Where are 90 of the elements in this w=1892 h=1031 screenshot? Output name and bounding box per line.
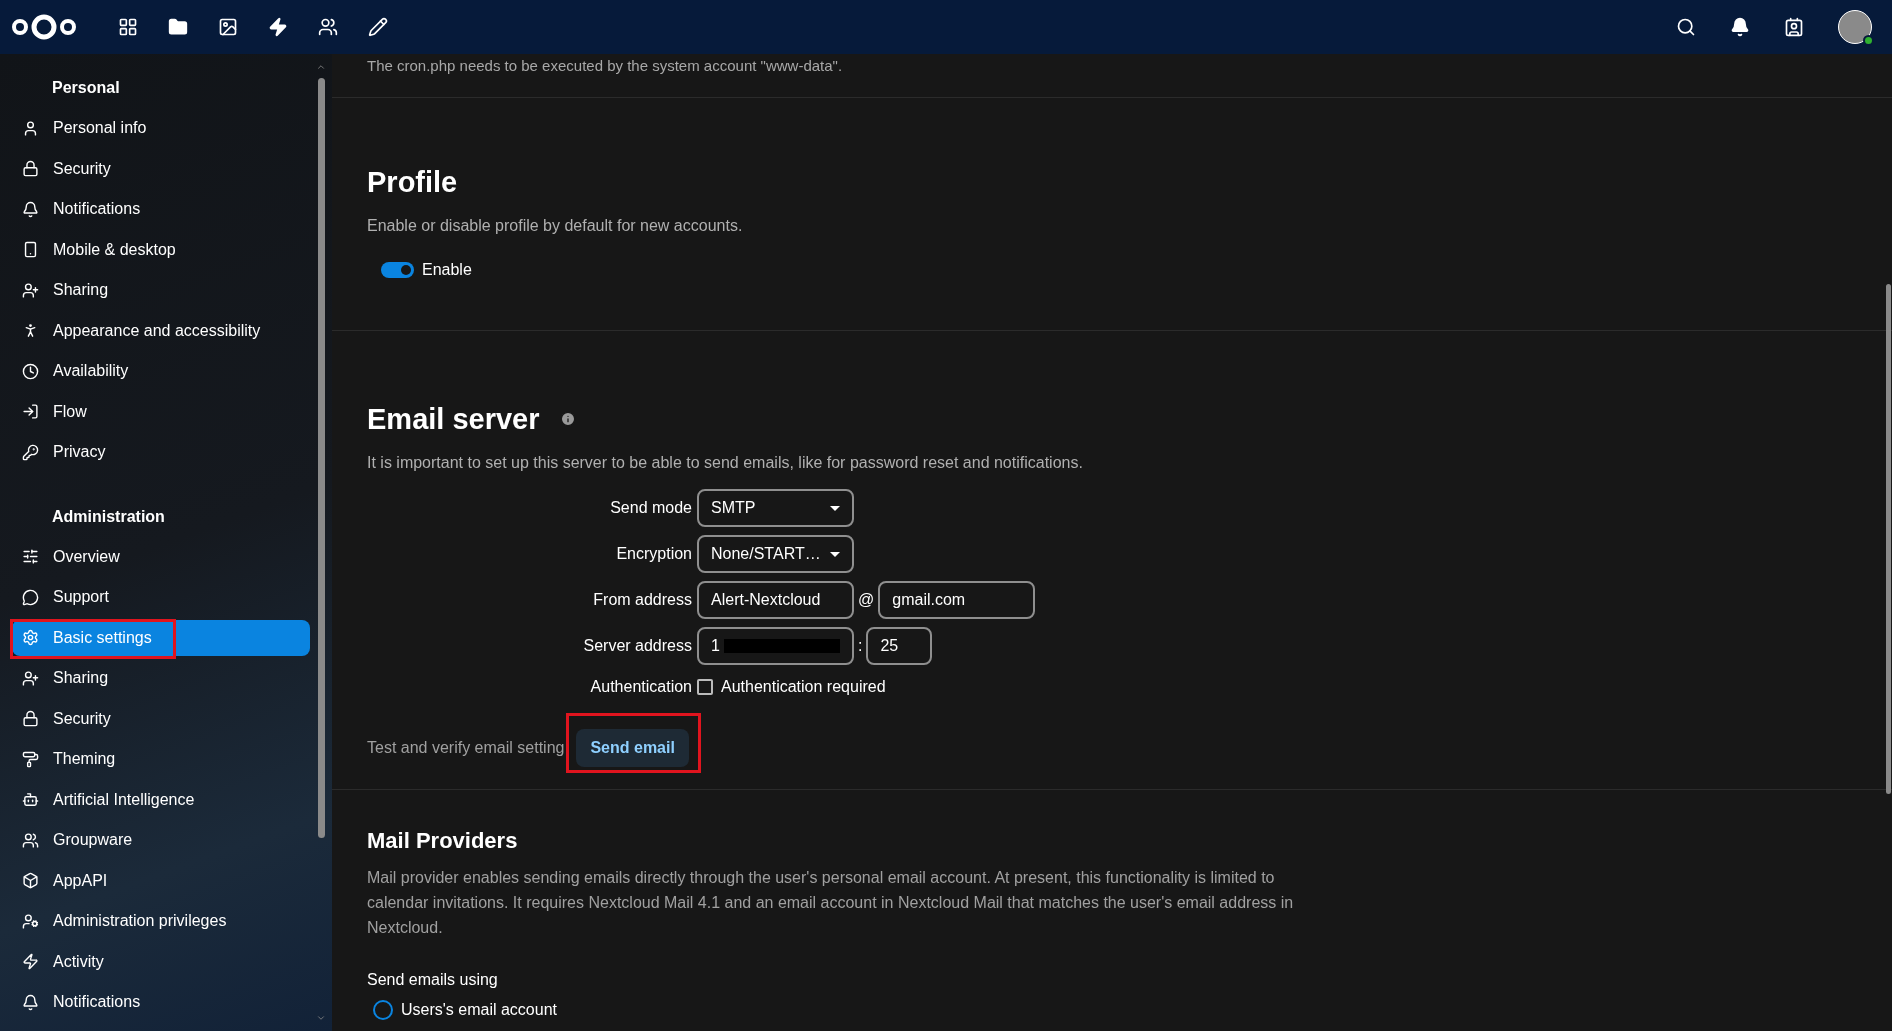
- sidebar-item[interactable]: Activity: [12, 943, 310, 980]
- contacts-icon[interactable]: [1784, 17, 1804, 37]
- phone-icon: [22, 241, 39, 259]
- sidebar-item[interactable]: Flow: [12, 393, 310, 430]
- lock-icon: [22, 710, 39, 728]
- separator-text: @: [858, 590, 875, 610]
- sidebar-item[interactable]: Sharing: [12, 660, 310, 697]
- section-description: Enable or disable profile by default for new accounts.: [367, 216, 744, 236]
- sidebar-item[interactable]: Appearance and accessibility: [12, 312, 310, 349]
- sidebar-item[interactable]: Overview: [12, 538, 310, 575]
- sidebar-item[interactable]: Mobile & desktop: [12, 231, 310, 268]
- sidebar-item[interactable]: Personal info: [12, 110, 310, 147]
- robot-icon: [22, 791, 39, 809]
- lightning-icon: [22, 953, 39, 971]
- user-plus-icon: [22, 669, 39, 687]
- pencil-icon[interactable]: [368, 17, 388, 37]
- caret-icon: [830, 505, 840, 511]
- sidebar-section-title: Personal: [52, 78, 120, 98]
- sidebar-item[interactable]: Availability: [12, 353, 310, 390]
- option-group-label: Send emails using: [367, 971, 498, 988]
- section-description: It is important to set up this server to be able to send emails, like for password reset and notifications.: [367, 453, 1084, 473]
- scroll-down-icon[interactable]: [316, 1013, 326, 1023]
- user-icon: [22, 119, 39, 137]
- cube-icon: [22, 872, 39, 890]
- sidebar-item[interactable]: Support: [12, 579, 310, 616]
- sidebar-item[interactable]: Groupware: [12, 822, 310, 859]
- checkbox-label: Authentication required: [721, 677, 886, 697]
- input-field[interactable]: Alert-Nextcloud: [697, 581, 854, 619]
- settings-icon: [22, 629, 39, 647]
- bell-icon: [22, 200, 39, 218]
- sidebar-section-title: Administration: [52, 506, 165, 527]
- send-email-button[interactable]: Send email: [576, 729, 689, 767]
- checkbox[interactable]: [697, 679, 713, 695]
- avatar[interactable]: [1838, 10, 1872, 44]
- sidebar-item[interactable]: Notifications: [12, 984, 310, 1021]
- section-title: Profile: [367, 165, 459, 200]
- cron-note: The cron.php needs to be executed by the system account "www-data".: [367, 57, 843, 74]
- field-label: Send mode: [610, 498, 692, 518]
- sidebar-item[interactable]: Artificial Intelligence: [12, 781, 310, 818]
- scrollbar[interactable]: [316, 62, 326, 1023]
- user-plus-icon: [22, 281, 39, 299]
- clock-icon: [22, 362, 39, 380]
- scroll-up-icon[interactable]: [316, 62, 326, 72]
- toggle-switch[interactable]: [381, 262, 414, 278]
- lock-icon: [22, 160, 39, 178]
- input-field[interactable]: 25: [866, 627, 933, 665]
- toggle-label: Enable: [422, 260, 472, 280]
- folder-icon[interactable]: [168, 17, 188, 37]
- search-icon[interactable]: [1676, 17, 1696, 37]
- key-icon: [22, 443, 39, 461]
- test-label: Test and verify email setting: [367, 738, 565, 758]
- sidebar-item[interactable]: Theming: [12, 741, 310, 778]
- bell-icon: [22, 993, 39, 1011]
- sidebar-item[interactable]: Notifications: [12, 191, 310, 228]
- field-label: From address: [593, 590, 692, 610]
- field-label: Authentication: [590, 677, 692, 697]
- radio-option[interactable]: Users's email account: [367, 998, 1892, 1022]
- paint-roller-icon: [22, 750, 39, 768]
- logo-icon[interactable]: [10, 13, 78, 41]
- field-label: Server address: [583, 636, 692, 656]
- input-field[interactable]: gmail.com: [878, 581, 1036, 619]
- lightning-icon[interactable]: [268, 17, 288, 37]
- dashboard-icon[interactable]: [118, 17, 138, 37]
- sliders-icon: [22, 548, 39, 566]
- sidebar-item[interactable]: Administration privileges: [12, 903, 310, 940]
- sidebar-item[interactable]: Sharing: [12, 272, 310, 309]
- sidebar-item[interactable]: Security: [12, 700, 310, 737]
- users-icon[interactable]: [318, 17, 338, 37]
- section-title: Email server: [367, 402, 540, 437]
- input-field[interactable]: 1: [697, 627, 854, 665]
- radio-button[interactable]: [373, 1000, 393, 1020]
- login-icon: [22, 403, 39, 421]
- field-label: Encryption: [616, 544, 692, 564]
- online-status-icon: [1863, 35, 1874, 46]
- caret-icon: [830, 551, 840, 557]
- user-gear-icon: [22, 912, 39, 930]
- info-icon[interactable]: [559, 411, 576, 427]
- dropdown[interactable]: SMTP: [697, 489, 854, 527]
- speech-bubble-icon: [22, 588, 39, 606]
- section-description: Mail provider enables sending emails directly through the user's personal email account. At present, this functionality is limited to calendar invitations. It requires Nextcloud Mail 4.1 and an email account in Nextcloud Mail that matches the user's email address in Nextcloud.: [367, 868, 1295, 938]
- sidebar-item[interactable]: AppAPI: [12, 862, 310, 899]
- bell-icon[interactable]: [1730, 17, 1750, 37]
- separator-text: :: [858, 636, 863, 656]
- section-title: Mail Providers: [367, 827, 519, 855]
- sidebar-item[interactable]: Privacy: [12, 434, 310, 471]
- image-icon[interactable]: [218, 17, 238, 37]
- sidebar-item[interactable]: Basic settings: [12, 619, 310, 656]
- dropdown[interactable]: None/START…: [697, 535, 854, 573]
- sidebar-item[interactable]: Security: [12, 150, 310, 187]
- users-icon: [22, 831, 39, 849]
